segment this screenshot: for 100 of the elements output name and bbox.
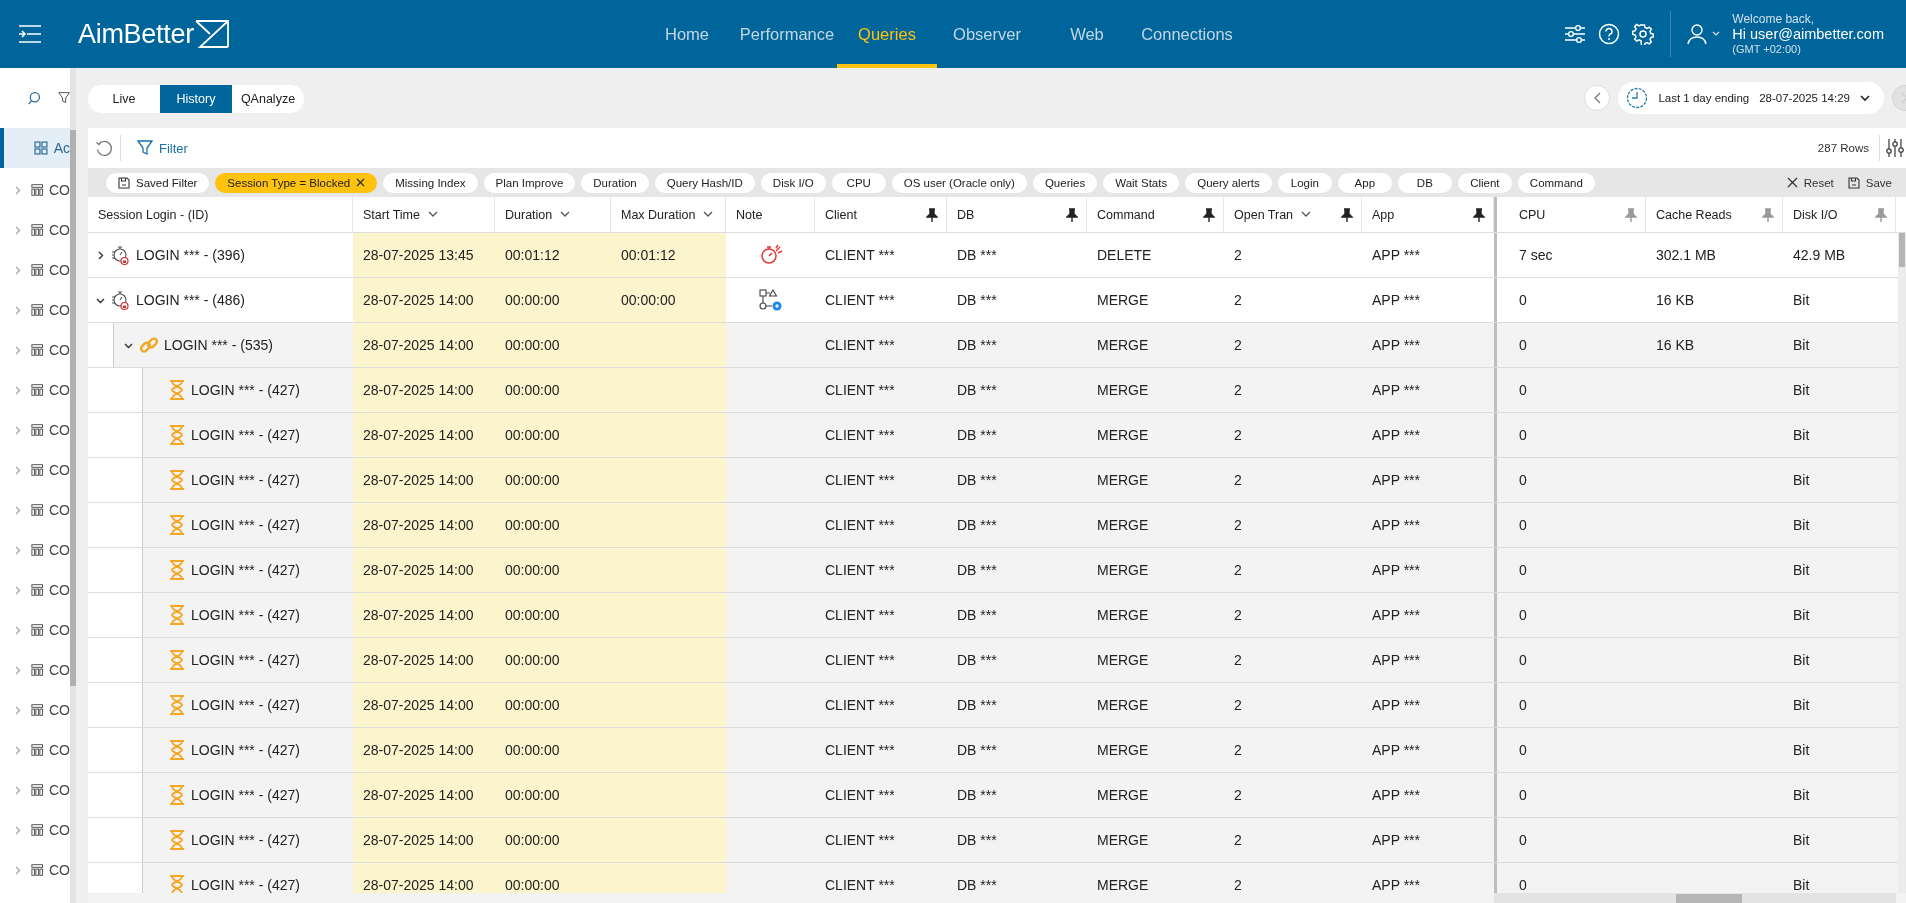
sidebar-item[interactable]: CO xyxy=(0,850,70,890)
mode-tab[interactable]: QAnalyze xyxy=(232,85,304,113)
sort-icon[interactable] xyxy=(703,211,714,218)
filter-chip[interactable]: Duration xyxy=(581,172,649,193)
user-icon[interactable] xyxy=(1687,23,1708,45)
sliders-icon[interactable] xyxy=(1564,24,1587,44)
column-header[interactable]: Disk I/O xyxy=(1783,197,1896,232)
pin-icon[interactable] xyxy=(1473,208,1485,222)
reset-button[interactable]: Reset xyxy=(1786,176,1834,189)
sort-icon[interactable] xyxy=(427,211,438,218)
scrollbar-thumb[interactable] xyxy=(1676,894,1742,903)
sidebar-item[interactable]: CO xyxy=(0,730,70,770)
nav-tab[interactable]: Web xyxy=(1037,0,1137,68)
filter-chip[interactable]: Command xyxy=(1517,172,1595,193)
sidebar-item[interactable]: CO xyxy=(0,330,70,370)
search-icon[interactable] xyxy=(28,89,42,107)
filter-icon[interactable] xyxy=(57,90,70,106)
close-icon[interactable] xyxy=(356,178,366,187)
table-row[interactable]: LOGIN *** - (427) 28-07-2025 14:00 00:00:00 CLIENT *** DB *** MERGE 2 APP *** 0 Bit xyxy=(88,548,1898,593)
sidebar-item[interactable]: Ac xyxy=(0,128,70,168)
table-row[interactable]: LOGIN *** - (427) 28-07-2025 14:00 00:00:00 CLIENT *** DB *** MERGE 2 APP *** 0 Bit xyxy=(88,458,1898,503)
sidebar-item[interactable]: CO xyxy=(0,530,70,570)
caret-icon[interactable] xyxy=(96,250,105,260)
pin-icon[interactable] xyxy=(1341,208,1353,222)
table-row[interactable]: LOGIN *** - (427) 28-07-2025 14:00 00:00:00 CLIENT *** DB *** MERGE 2 APP *** 0 Bit xyxy=(88,773,1898,818)
sidebar-item[interactable]: CO xyxy=(0,810,70,850)
table-row[interactable]: LOGIN *** - (427) 28-07-2025 14:00 00:00:00 CLIENT *** DB *** MERGE 2 APP *** 0 Bit xyxy=(88,593,1898,638)
sidebar-item[interactable]: CO xyxy=(0,450,70,490)
column-header[interactable]: Max Duration xyxy=(611,197,726,232)
table-row[interactable]: LOGIN *** - (427) 28-07-2025 14:00 00:00:00 CLIENT *** DB *** MERGE 2 APP *** 0 Bit xyxy=(88,413,1898,458)
filter-chip[interactable]: Login xyxy=(1277,172,1332,193)
filter-chip[interactable]: App xyxy=(1337,172,1392,193)
filter-chip[interactable]: DB xyxy=(1397,172,1452,193)
column-header[interactable]: Session Login - (ID) xyxy=(88,197,353,232)
nav-tab[interactable]: Performance xyxy=(737,0,837,68)
sort-icon[interactable] xyxy=(1301,211,1312,218)
table-row[interactable]: LOGIN *** - (427) 28-07-2025 14:00 00:00:00 CLIENT *** DB *** MERGE 2 APP *** 0 Bit xyxy=(88,368,1898,413)
sidebar-item[interactable]: CO xyxy=(0,570,70,610)
sidebar-item[interactable]: CO xyxy=(0,410,70,450)
sidebar-item[interactable]: CO xyxy=(0,490,70,530)
settings-icon[interactable] xyxy=(1632,23,1655,45)
table-row[interactable]: LOGIN *** - (396) 28-07-2025 13:45 00:01:12 00:01:12 CLIENT *** DB *** DELETE 2 APP *** 7 sec 302.1 MB 42.9 MB xyxy=(88,233,1898,278)
sidebar-item[interactable]: CO xyxy=(0,770,70,810)
table-row[interactable]: LOGIN *** - (427) 28-07-2025 14:00 00:00:00 CLIENT *** DB *** MERGE 2 APP *** 0 Bit xyxy=(88,503,1898,548)
filter-chip[interactable]: Plan Improve xyxy=(483,172,576,193)
table-row[interactable]: LOGIN *** - (427) 28-07-2025 14:00 00:00:00 CLIENT *** DB *** MERGE 2 APP *** 0 Bit xyxy=(88,638,1898,683)
filter-chip[interactable]: CPU xyxy=(831,172,886,193)
filter-chip[interactable]: OS user (Oracle only) xyxy=(891,172,1027,193)
column-header[interactable]: Duration xyxy=(495,197,611,232)
column-header[interactable]: App xyxy=(1362,197,1494,232)
refresh-icon[interactable] xyxy=(95,139,113,157)
nav-tab[interactable]: Connections xyxy=(1137,0,1237,68)
filter-chip[interactable]: Query Hash/ID xyxy=(654,172,755,193)
scrollbar-thumb[interactable] xyxy=(1899,233,1905,267)
table-row[interactable]: LOGIN *** - (535) 28-07-2025 14:00 00:00:00 CLIENT *** DB *** MERGE 2 APP *** 0 16 KB Bit xyxy=(88,323,1898,368)
filter-chip[interactable]: Queries xyxy=(1032,172,1098,193)
mode-tab[interactable]: History xyxy=(160,85,232,113)
filter-chip[interactable]: Query alerts xyxy=(1185,172,1272,193)
sidebar-item[interactable]: CO xyxy=(0,210,70,250)
nav-tab[interactable]: Queries xyxy=(837,0,937,68)
table-row[interactable]: LOGIN *** - (427) 28-07-2025 14:00 00:00:00 CLIENT *** DB *** MERGE 2 APP *** 0 Bit xyxy=(88,818,1898,863)
filter-chip[interactable]: Wait Stats xyxy=(1103,172,1180,193)
chevron-down-icon[interactable] xyxy=(1712,31,1721,37)
column-header[interactable]: Note xyxy=(726,197,815,232)
sidebar-item[interactable]: CO xyxy=(0,650,70,690)
table-row[interactable]: LOGIN *** - (427) 28-07-2025 14:00 00:00:00 CLIENT *** DB *** MERGE 2 APP *** 0 Bit xyxy=(88,683,1898,728)
sidebar-item[interactable]: CO xyxy=(0,250,70,290)
time-range-picker[interactable]: Last 1 day ending 28-07-2025 14:29 xyxy=(1618,82,1884,114)
column-header[interactable]: Cache Reads xyxy=(1646,197,1783,232)
column-header[interactable]: Start Time xyxy=(353,197,495,232)
pin-icon[interactable] xyxy=(1066,208,1078,222)
column-header[interactable]: Command xyxy=(1087,197,1224,232)
filter-chip[interactable]: Saved Filter xyxy=(106,172,210,193)
help-icon[interactable] xyxy=(1598,23,1621,45)
column-header[interactable]: CPU xyxy=(1509,197,1646,232)
filter-chip[interactable]: Missing Index xyxy=(383,172,478,193)
sort-icon[interactable] xyxy=(560,211,571,218)
pin-icon[interactable] xyxy=(926,208,938,222)
mode-tab[interactable]: Live xyxy=(88,85,160,113)
nav-tab[interactable]: Home xyxy=(637,0,737,68)
sidebar-item[interactable]: CO xyxy=(0,610,70,650)
table-row[interactable]: LOGIN *** - (427) 28-07-2025 14:00 00:00:00 CLIENT *** DB *** MERGE 2 APP *** 0 Bit xyxy=(88,728,1898,773)
sidebar-item[interactable]: CO xyxy=(0,290,70,330)
filter-chip[interactable]: Session Type = Blocked xyxy=(215,172,378,193)
column-header[interactable]: Open Tran xyxy=(1224,197,1362,232)
table-row[interactable]: LOGIN *** - (427) 28-07-2025 14:00 00:00:00 CLIENT *** DB *** MERGE 2 APP *** 0 Bit xyxy=(88,863,1898,893)
sidebar-item[interactable]: CO xyxy=(0,690,70,730)
menu-icon[interactable] xyxy=(18,25,42,43)
pin-icon[interactable] xyxy=(1203,208,1215,222)
previous-button[interactable] xyxy=(1584,85,1611,111)
sidebar-item[interactable]: CO xyxy=(0,370,70,410)
column-header[interactable]: Client xyxy=(815,197,947,232)
sidebar-item[interactable]: CO xyxy=(0,170,70,210)
filter-chip[interactable]: Client xyxy=(1457,172,1512,193)
column-header[interactable]: DB xyxy=(947,197,1087,232)
filter-button[interactable]: Filter xyxy=(137,140,188,156)
filter-chip[interactable]: Disk I/O xyxy=(760,172,826,193)
save-button[interactable]: Save xyxy=(1847,176,1892,189)
column-settings-icon[interactable] xyxy=(1886,138,1904,158)
nav-tab[interactable]: Observer xyxy=(937,0,1037,68)
